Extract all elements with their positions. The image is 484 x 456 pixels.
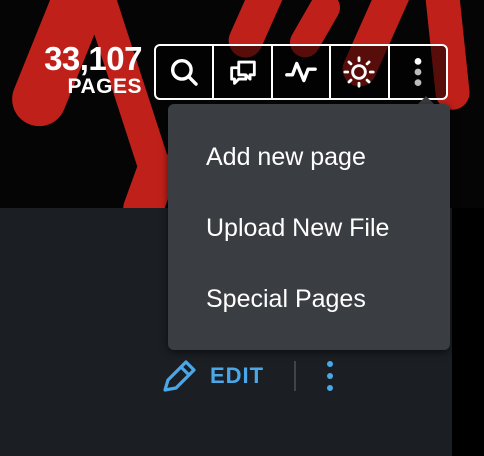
- activity-icon: [285, 61, 317, 83]
- edit-button[interactable]: EDIT: [160, 358, 264, 394]
- theme-toggle-icon: [343, 56, 376, 88]
- page-actions: EDIT: [160, 356, 336, 396]
- page-more-button[interactable]: [324, 358, 336, 394]
- menu-item-special-pages[interactable]: Special Pages: [168, 266, 450, 337]
- more-options-menu: Add new page Upload New File Special Pag…: [168, 104, 450, 350]
- discussions-icon: [229, 60, 256, 85]
- search-button[interactable]: [156, 46, 215, 98]
- pencil-icon: [163, 360, 196, 392]
- wiki-toolbar: [154, 44, 448, 100]
- recent-activity-button[interactable]: [273, 46, 332, 98]
- search-icon: [171, 58, 198, 86]
- actions-divider: [294, 361, 297, 391]
- edit-label: EDIT: [210, 363, 265, 388]
- discussions-button[interactable]: [214, 46, 273, 98]
- more-vertical-icon: [414, 57, 422, 87]
- menu-item-upload-new-file[interactable]: Upload New File: [168, 195, 450, 266]
- more-options-button[interactable]: [390, 46, 446, 98]
- page-count-number: 33,107: [44, 40, 142, 77]
- page-gutter: [452, 208, 484, 456]
- more-vertical-icon: [327, 361, 334, 391]
- page-count-label: PAGES: [67, 75, 142, 98]
- menu-item-add-new-page[interactable]: Add new page: [168, 124, 450, 195]
- theme-toggle-button[interactable]: [331, 46, 390, 98]
- page-count: 33,107 PAGES: [28, 42, 142, 99]
